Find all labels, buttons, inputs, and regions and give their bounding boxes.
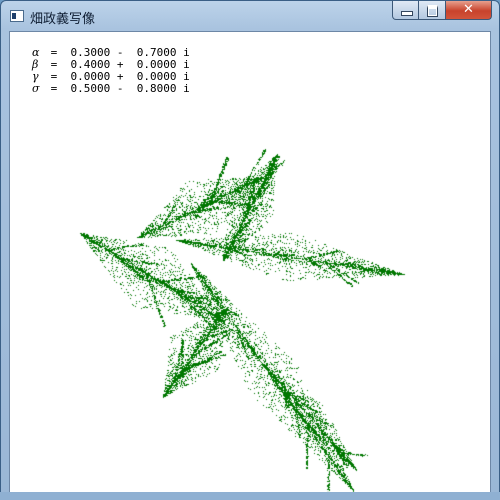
minimize-button[interactable] — [392, 1, 419, 20]
maximize-icon — [427, 5, 438, 17]
close-button[interactable]: ✕ — [446, 1, 492, 20]
minimize-icon — [401, 11, 413, 16]
title-bar[interactable]: 畑政義写像 ✕ — [1, 1, 499, 31]
close-icon: ✕ — [463, 2, 474, 17]
drawing-area: α = 0.3000 - 0.7000 i β = 0.4000 + 0.000… — [9, 31, 491, 493]
app-window: 畑政義写像 ✕ α = 0.3000 - 0.7000 i β = 0.4000… — [0, 0, 500, 500]
window-title: 畑政義写像 — [30, 12, 96, 27]
fractal-canvas — [10, 32, 490, 492]
taskbar — [0, 492, 500, 500]
parameter-sigma: σ = 0.5000 - 0.8000 i — [32, 82, 190, 95]
maximize-button[interactable] — [419, 1, 446, 20]
parameter-list: α = 0.3000 - 0.7000 i β = 0.4000 + 0.000… — [32, 47, 190, 95]
app-icon[interactable] — [10, 10, 24, 22]
